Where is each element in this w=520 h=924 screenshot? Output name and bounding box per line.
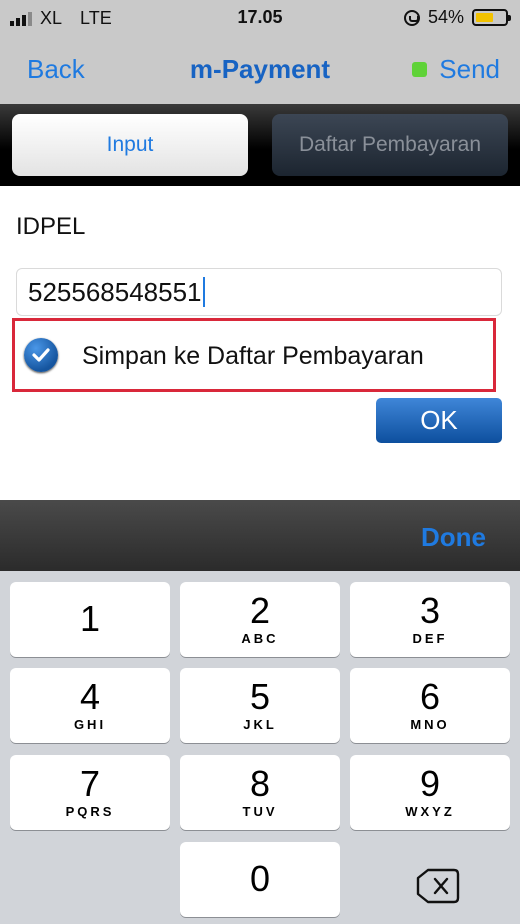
key-4[interactable]: 4 GHI	[10, 668, 170, 743]
key-5[interactable]: 5 JKL	[180, 668, 340, 743]
key-9[interactable]: 9 WXYZ	[350, 755, 510, 830]
status-right: 54%	[403, 7, 511, 28]
key-2[interactable]: 2 ABC	[180, 582, 340, 657]
key-number: 0	[249, 858, 271, 899]
key-0[interactable]: 0	[180, 842, 340, 917]
done-button[interactable]: Done	[421, 522, 486, 553]
key-number: 6	[419, 676, 441, 717]
idpel-label: IDPEL	[16, 213, 86, 240]
key-number: 1	[79, 598, 101, 639]
key-3[interactable]: 3 DEF	[350, 582, 510, 657]
send-button[interactable]: Send	[412, 54, 500, 85]
checkmark-icon[interactable]	[24, 338, 58, 372]
key-letters: PQRS	[65, 804, 115, 819]
send-label: Send	[439, 54, 500, 84]
idpel-value: 525568548551	[28, 276, 202, 307]
ok-button[interactable]: OK	[376, 398, 502, 443]
status-bar: XL LTE 17.05 54%	[0, 0, 520, 36]
key-7[interactable]: 7 PQRS	[10, 755, 170, 830]
key-number: 4	[79, 676, 101, 717]
key-letters: WXYZ	[405, 804, 455, 819]
orientation-lock-icon	[403, 9, 420, 26]
keyboard-toolbar: Done	[0, 500, 520, 571]
backspace-key[interactable]	[352, 856, 512, 916]
key-8[interactable]: 8 TUV	[180, 755, 340, 830]
battery-percent: 54%	[427, 7, 464, 27]
key-letters: GHI	[73, 717, 107, 732]
key-number: 7	[79, 763, 101, 804]
key-letters: JKL	[243, 717, 277, 732]
key-number: 5	[249, 676, 271, 717]
battery-icon	[472, 9, 511, 26]
idpel-input[interactable]: 525568548551	[16, 268, 502, 316]
key-letters: TUV	[242, 804, 278, 819]
key-number: 3	[419, 590, 441, 631]
key-letters: DEF	[412, 631, 448, 646]
key-1[interactable]: 1	[10, 582, 170, 657]
key-6[interactable]: 6 MNO	[350, 668, 510, 743]
tab-daftar-pembayaran[interactable]: Daftar Pembayaran	[272, 114, 508, 176]
backspace-icon	[416, 868, 460, 904]
key-letters: MNO	[410, 717, 450, 732]
segmented-control: Input Daftar Pembayaran	[0, 104, 520, 186]
key-number: 8	[249, 763, 271, 804]
text-cursor	[202, 277, 205, 307]
key-letters: ABC	[241, 631, 279, 646]
tab-input[interactable]: Input	[12, 114, 248, 176]
save-checkbox-label[interactable]: Simpan ke Daftar Pembayaran	[82, 342, 424, 371]
key-number: 2	[249, 590, 271, 631]
navigation-bar: Back m-Payment Send	[0, 36, 520, 104]
key-number: 9	[419, 763, 441, 804]
send-status-indicator-icon	[412, 62, 428, 77]
